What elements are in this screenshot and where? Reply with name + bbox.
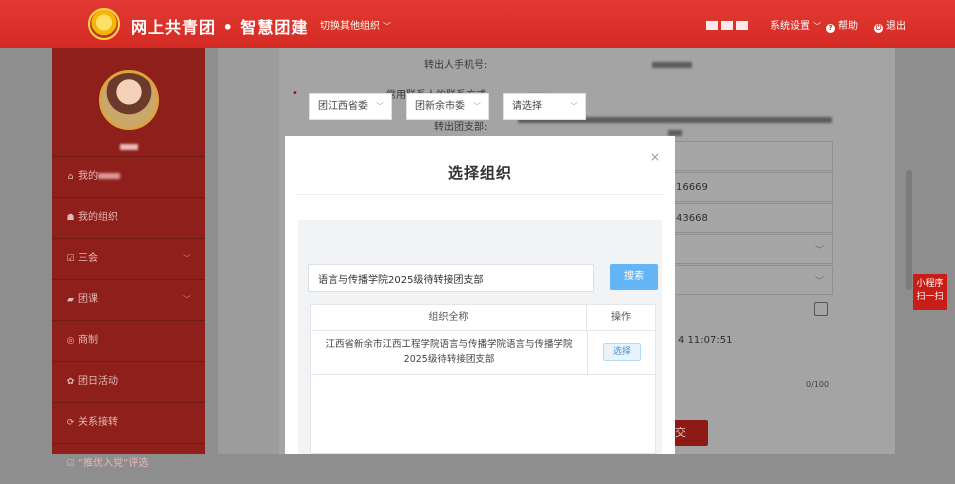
sidebar-item-label: “推优入党”评选 bbox=[78, 458, 149, 469]
youth-league-logo bbox=[88, 8, 120, 40]
sidebar-item-mine[interactable]: ⌂ 我的 bbox=[52, 156, 205, 197]
table-header-name: 组织全称 bbox=[311, 305, 587, 331]
top-bar: 网上共青团 • 智慧团建 切换其他组织 ﹀ 系统设置 ﹀ ? 帮助 ⏻ 退出 bbox=[0, 0, 955, 48]
flag-icons bbox=[706, 20, 754, 31]
sidebar-menu: ⌂ 我的 ☗ 我的组织 ☑ 三会 ﹀ ▰ 团课 ﹀ ◎ 商制 ✿ 团日活动 ⟳ 关系接转 ☑ “推优… bbox=[52, 156, 205, 484]
activity-icon: ✿ bbox=[66, 377, 75, 387]
home-icon: ⌂ bbox=[67, 172, 74, 182]
page-scrollbar[interactable] bbox=[906, 170, 912, 290]
sidebar-item-relation-transfer[interactable]: ⟳ 关系接转 bbox=[52, 402, 205, 443]
city-select[interactable]: 团新余市委 ﹀ bbox=[406, 93, 489, 120]
sub-org-select-value: 请选择 bbox=[512, 101, 542, 112]
char-counter: 0/100 bbox=[806, 380, 830, 389]
logout-label: 退出 bbox=[886, 21, 906, 32]
close-icon[interactable]: × bbox=[650, 150, 660, 164]
org-result-table: 组织全称 操作 江西省新余市江西工程学院语言与传播学院语言与传播学院2025级待… bbox=[310, 304, 656, 454]
sidebar-item-label: 我的组织 bbox=[78, 212, 118, 223]
column-divider bbox=[587, 331, 588, 375]
users-icon: ☗ bbox=[66, 213, 75, 223]
folder-icon: ▰ bbox=[67, 295, 74, 305]
mini-program-qr-button[interactable]: 小程序 扫一扫 bbox=[913, 274, 947, 310]
sidebar-item-my-org[interactable]: ☗ 我的组织 bbox=[52, 197, 205, 238]
help-link[interactable]: ? 帮助 bbox=[826, 17, 858, 33]
checkbox-icon: ☑ bbox=[66, 254, 75, 264]
province-select[interactable]: 团江西省委 ﹀ bbox=[309, 93, 392, 120]
modal-title: 选择组织 bbox=[447, 164, 512, 182]
mini-program-line2: 扫一扫 bbox=[916, 292, 944, 302]
sidebar-item-label: 团课 bbox=[78, 294, 98, 305]
circle-icon: ◎ bbox=[66, 336, 75, 346]
sidebar-item-three-meetings[interactable]: ☑ 三会 ﹀ bbox=[52, 238, 205, 279]
sidebar-item-system[interactable]: ◎ 商制 bbox=[52, 320, 205, 361]
sub-org-select[interactable]: 请选择 ﹀ bbox=[503, 93, 586, 120]
chevron-down-icon: ﹀ bbox=[473, 102, 481, 111]
settings-label: 系统设置 bbox=[770, 21, 810, 32]
table-header-action: 操作 bbox=[587, 305, 655, 331]
chevron-down-icon: ﹀ bbox=[183, 254, 191, 263]
transfer-icon: ⟳ bbox=[66, 418, 75, 428]
select-org-button[interactable]: 选择 bbox=[603, 343, 641, 361]
settings-dropdown[interactable]: 系统设置 ﹀ bbox=[770, 17, 821, 32]
sidebar-item-label: 关系接转 bbox=[78, 417, 118, 428]
chevron-down-icon: ﹀ bbox=[183, 459, 191, 468]
branch-label: 转出团支部: bbox=[434, 122, 488, 133]
chevron-down-icon: ﹀ bbox=[813, 22, 822, 31]
switch-org-label: 切换其他组织 bbox=[320, 21, 380, 32]
city-select-value: 团新余市委 bbox=[415, 101, 465, 112]
sidebar: ⌂ 我的 ☗ 我的组织 ☑ 三会 ﹀ ▰ 团课 ﹀ ◎ 商制 ✿ 团日活动 ⟳ 关系接转 ☑ “推优… bbox=[52, 48, 205, 469]
org-full-name: 江西省新余市江西工程学院语言与传播学院语言与传播学院2025级待转接团支部 bbox=[325, 339, 573, 365]
chevron-down-icon: ﹀ bbox=[383, 22, 391, 31]
table-row: 江西省新余市江西工程学院语言与传播学院语言与传播学院2025级待转接团支部 选择 bbox=[311, 331, 655, 375]
org-search-input[interactable] bbox=[308, 264, 594, 292]
help-label: 帮助 bbox=[838, 21, 858, 32]
chevron-down-icon: ﹀ bbox=[183, 295, 191, 304]
sidebar-item-label: 我的 bbox=[78, 171, 98, 182]
bg-field-value: 16669 bbox=[676, 182, 708, 193]
chevron-down-icon: ﹀ bbox=[570, 102, 578, 111]
edit-icon[interactable] bbox=[814, 302, 828, 316]
chevron-down-icon: ﹀ bbox=[376, 102, 384, 111]
brand-title: 网上共青团 • 智慧团建 bbox=[131, 18, 309, 37]
search-button[interactable]: 搜索 bbox=[610, 264, 658, 290]
switch-org-dropdown[interactable]: 切换其他组织 ﹀ bbox=[320, 17, 391, 32]
phone-label: 转出人手机号: bbox=[424, 60, 488, 71]
chevron-down-icon: ﹀ bbox=[814, 246, 824, 256]
power-icon: ⏻ bbox=[874, 24, 883, 33]
logout-link[interactable]: ⏻ 退出 bbox=[874, 17, 906, 33]
sidebar-item-recommend-party[interactable]: ☑ “推优入党”评选 ﹀ bbox=[52, 443, 205, 484]
required-mark: • bbox=[292, 88, 298, 99]
sidebar-item-label: 商制 bbox=[78, 335, 98, 346]
sidebar-item-label: 三会 bbox=[78, 253, 98, 264]
checkbox-icon: ☑ bbox=[66, 459, 75, 469]
help-icon: ? bbox=[826, 24, 835, 33]
submit-label: 交 bbox=[675, 426, 686, 439]
sidebar-item-league-class[interactable]: ▰ 团课 ﹀ bbox=[52, 279, 205, 320]
province-select-value: 团江西省委 bbox=[318, 101, 368, 112]
user-name-blurred bbox=[120, 144, 138, 150]
modal-divider bbox=[295, 194, 665, 195]
sidebar-item-label: 团日活动 bbox=[78, 376, 118, 387]
chevron-down-icon: ﹀ bbox=[814, 277, 824, 287]
bg-field-value: 43668 bbox=[676, 213, 708, 224]
blurred-text bbox=[98, 173, 120, 179]
sidebar-item-league-day[interactable]: ✿ 团日活动 bbox=[52, 361, 205, 402]
mini-program-line1: 小程序 bbox=[916, 279, 944, 289]
avatar[interactable] bbox=[99, 70, 159, 130]
blurred-phone bbox=[652, 62, 692, 68]
bg-date-value: 4 11:07:51 bbox=[678, 335, 733, 346]
